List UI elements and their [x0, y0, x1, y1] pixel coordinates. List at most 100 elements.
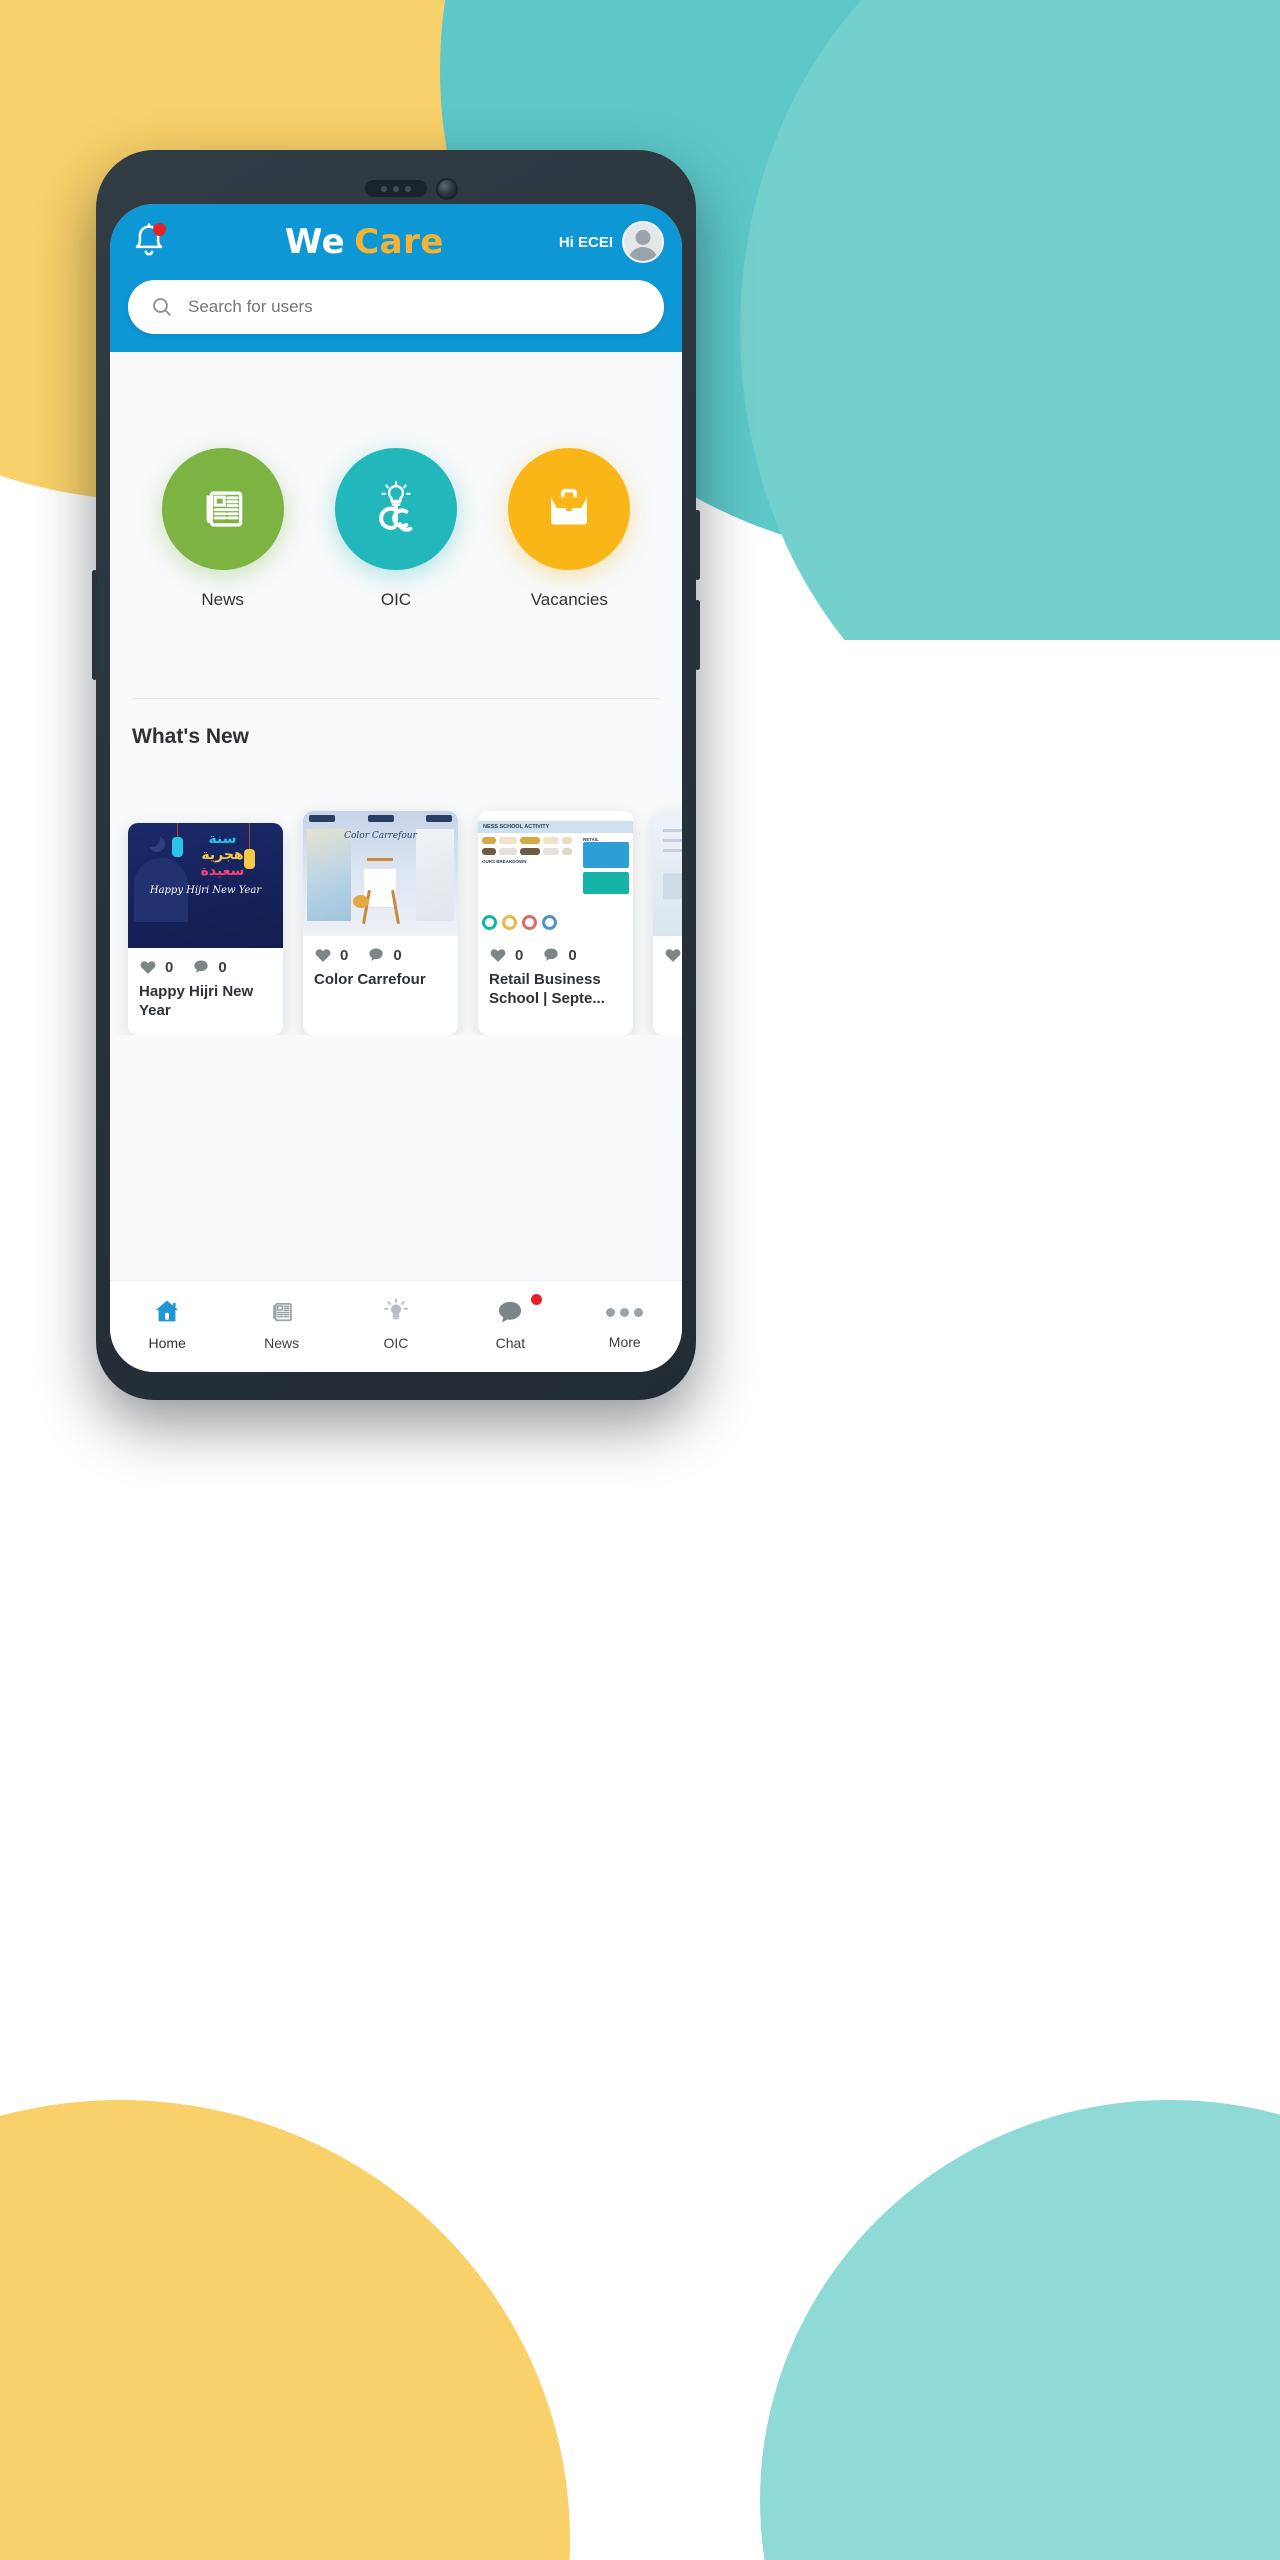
card-banner: NESS SCHOOL ACTIVITY — [478, 821, 633, 833]
newspaper-icon — [206, 491, 242, 527]
comment-metric[interactable]: 0 — [191, 957, 227, 977]
search-icon — [153, 298, 171, 316]
nav-label: News — [264, 1335, 300, 1351]
nav-item-chat[interactable]: Chat — [453, 1294, 567, 1351]
like-metric[interactable] — [663, 945, 682, 965]
greeting-text: Hi ECEI — [558, 233, 613, 251]
infographic-side: RETAIL — [583, 837, 629, 894]
search-bar[interactable] — [128, 280, 664, 334]
card-banner-text: NESS SCHOOL ACTIVITY — [483, 824, 550, 830]
comment-bubble-icon — [369, 948, 384, 961]
nav-label: Home — [148, 1335, 186, 1351]
newspaper-icon — [272, 1303, 292, 1322]
header-row: We Care Hi ECEI — [128, 218, 664, 266]
search-input[interactable] — [188, 297, 642, 317]
oic-circle — [334, 448, 457, 570]
nav-label: OIC — [383, 1335, 409, 1351]
lightbulb-icon — [384, 1298, 408, 1320]
notifications-button[interactable] — [128, 221, 170, 263]
comment-bubble-icon — [544, 948, 559, 961]
card-script-text: Color Carrefour — [344, 831, 417, 841]
comment-count: 0 — [393, 946, 402, 964]
heart-icon — [140, 961, 156, 974]
quick-links-row: News OIC Vacancies — [110, 352, 682, 610]
card-title — [653, 965, 682, 985]
chat-badge-dot — [530, 1294, 542, 1305]
shortcut-vacancies[interactable]: Vacancies — [484, 448, 656, 610]
like-metric[interactable]: 0 — [138, 957, 173, 977]
card-title: Retail Business School | Septe... — [489, 971, 605, 1007]
like-count: 0 — [515, 946, 524, 964]
heart-icon — [665, 949, 681, 962]
briefcase-icon — [551, 488, 588, 525]
infographic-donuts — [482, 915, 557, 930]
whats-new-heading: What's New — [132, 725, 250, 748]
news-card[interactable]: NESS SCHOOL ACTIVITY OURS BREAKDOWN RETA… — [478, 811, 633, 1035]
bottom-navigation-bar: Home News OIC Chat More — [110, 1280, 682, 1372]
nav-label: Chat — [495, 1335, 526, 1351]
comment-metric[interactable]: 0 — [541, 945, 577, 965]
heart-icon — [490, 949, 506, 962]
card-metrics: 0 0 — [478, 936, 633, 965]
news-circle — [161, 448, 284, 570]
earpiece-speaker — [365, 180, 427, 197]
nav-item-home[interactable]: Home — [110, 1296, 224, 1351]
card-metrics: 0 0 — [303, 936, 458, 965]
comment-metric[interactable]: 0 — [366, 945, 402, 965]
like-count: 0 — [165, 958, 174, 976]
card-thumbnail: Color Carrefour — [303, 811, 458, 936]
card-title: Color Carrefour — [314, 971, 426, 988]
comment-count: 0 — [568, 946, 577, 964]
shortcut-oic[interactable]: OIC — [310, 448, 482, 610]
notification-badge-dot — [153, 223, 166, 236]
heart-icon — [315, 949, 331, 962]
card-arabic-line-3: سعيدة — [200, 863, 245, 879]
shortcut-label: OIC — [380, 590, 412, 609]
news-card[interactable] — [653, 811, 682, 1035]
phone-screen: We Care Hi ECEI Search for users News OI… — [110, 204, 682, 1372]
card-people-illustration — [128, 912, 283, 948]
shortcut-label: News — [201, 590, 244, 609]
like-metric[interactable]: 0 — [488, 945, 523, 965]
logo-we-text: We — [284, 222, 346, 262]
avatar — [622, 221, 664, 263]
news-card[interactable]: Color Carrefour 0 0 Color Carrefour — [303, 811, 458, 1035]
phone-device-frame: We Care Hi ECEI Search for users News OI… — [92, 150, 700, 1400]
card-arabic-line-2: هجرية — [201, 847, 244, 863]
home-icon — [155, 1300, 179, 1322]
card-thumbnail: NESS SCHOOL ACTIVITY OURS BREAKDOWN RETA… — [478, 811, 633, 936]
front-camera — [436, 178, 458, 200]
vacancies-circle — [508, 448, 631, 570]
shortcut-news[interactable]: News — [137, 448, 309, 610]
blob-yellow-bottom-left — [0, 2100, 570, 2560]
user-profile-button[interactable]: Hi ECEI — [559, 221, 664, 263]
card-arabic-line-1: سنة — [208, 831, 237, 847]
card-thumbnail — [653, 811, 682, 936]
infographic-section-label: OURS BREAKDOWN — [482, 859, 527, 864]
nav-label: More — [608, 1334, 641, 1350]
card-thumbnail: سنة هجرية سعيدة Happy Hijri New Year — [128, 823, 283, 948]
more-dots-icon — [606, 1297, 644, 1327]
nav-item-oic[interactable]: OIC — [339, 1296, 453, 1351]
card-script-text: Happy Hijri New Year — [149, 885, 262, 896]
card-metrics: 0 0 — [128, 948, 283, 977]
volume-up-button[interactable] — [695, 510, 700, 580]
power-button[interactable] — [92, 570, 97, 680]
nav-item-news[interactable]: News — [224, 1296, 338, 1351]
lightbulb-oic-icon — [379, 480, 413, 532]
infographic-pills: OURS BREAKDOWN — [482, 837, 574, 864]
whats-new-carousel[interactable]: سنة هجرية سعيدة Happy Hijri New Year 0 0… — [110, 749, 682, 1035]
comment-count: 0 — [218, 958, 227, 976]
volume-down-button[interactable] — [695, 600, 700, 670]
logo-care-text: Care — [354, 222, 444, 262]
like-metric[interactable]: 0 — [313, 945, 348, 965]
news-card[interactable]: سنة هجرية سعيدة Happy Hijri New Year 0 0… — [128, 823, 283, 1035]
blob-teal-bottom-right — [760, 2100, 1280, 2560]
app-content: News OIC Vacancies What's New سنة هجرية … — [110, 352, 682, 1280]
comment-bubble-icon — [194, 960, 209, 973]
chat-bubble-icon — [499, 1301, 522, 1323]
nav-item-more[interactable]: More — [568, 1297, 682, 1350]
easel-illustration — [351, 854, 411, 925]
shortcut-label: Vacancies — [530, 590, 608, 609]
like-count: 0 — [340, 946, 349, 964]
